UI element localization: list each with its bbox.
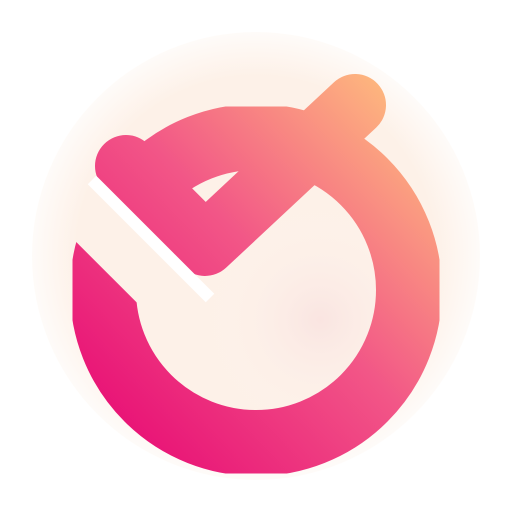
check-ring-icon xyxy=(32,32,480,480)
app-icon-canvas xyxy=(0,0,512,512)
